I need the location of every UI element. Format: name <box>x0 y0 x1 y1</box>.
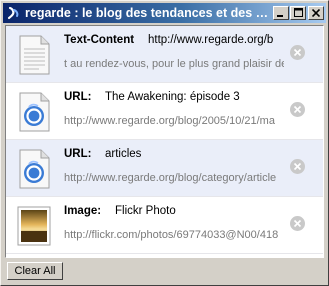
close-icon <box>311 6 321 20</box>
item-url: http://www.regarde.org/blog/category/art… <box>64 172 277 184</box>
title-bar[interactable]: regarde : le blog des tendances et des c… <box>3 3 326 23</box>
item-url: http://flickr.com/photos/69774033@N00/41… <box>64 229 279 241</box>
window-title: regarde : le blog des tendances et des c… <box>25 6 272 20</box>
remove-item-button[interactable] <box>290 159 305 174</box>
image-photo-icon <box>14 206 54 246</box>
list-item[interactable]: URL: articles http://www.regarde.org/blo… <box>6 140 323 197</box>
list-item[interactable]: URL: The Awakening: épisode 3 http://www… <box>6 83 323 140</box>
text-document-icon <box>14 35 54 75</box>
remove-icon <box>293 105 302 114</box>
remove-item-button[interactable] <box>290 102 305 117</box>
item-type-label: Image: <box>64 205 102 217</box>
url-link-icon <box>14 149 54 189</box>
clear-all-button[interactable]: Clear All <box>7 262 63 280</box>
item-title: The Awakening: épisode 3 <box>105 91 240 103</box>
close-button[interactable] <box>308 6 324 20</box>
item-type-label: URL: <box>64 148 92 160</box>
remove-item-button[interactable] <box>290 216 305 231</box>
remove-item-button[interactable] <box>290 45 305 60</box>
item-title: http://www.regarde.org/b <box>148 34 274 46</box>
footer-bar: Clear All <box>1 259 328 285</box>
app-logo-icon <box>6 5 22 21</box>
clipboard-window: regarde : le blog des tendances et des c… <box>0 0 329 286</box>
remove-icon <box>293 48 302 57</box>
remove-icon <box>293 162 302 171</box>
url-link-icon <box>14 92 54 132</box>
item-title: Flickr Photo <box>115 205 176 217</box>
list-item[interactable]: Text-Content http://www.regarde.org/b t … <box>6 26 323 83</box>
minimize-button[interactable] <box>273 6 289 20</box>
restore-button[interactable] <box>290 6 306 20</box>
item-type-label: URL: <box>64 91 92 103</box>
clip-list[interactable]: Text-Content http://www.regarde.org/b t … <box>5 25 324 258</box>
restore-icon <box>293 6 303 20</box>
item-type-label: Text-Content <box>64 34 135 46</box>
item-url: t au rendez-vous, pour le plus grand pla… <box>64 58 284 70</box>
remove-icon <box>293 219 302 228</box>
list-item[interactable]: Image: Flickr Photo http://flickr.com/ph… <box>6 197 323 254</box>
minimize-icon <box>277 6 285 20</box>
item-url: http://www.regarde.org/blog/2005/10/21/m… <box>64 115 275 127</box>
item-title: articles <box>105 148 142 160</box>
